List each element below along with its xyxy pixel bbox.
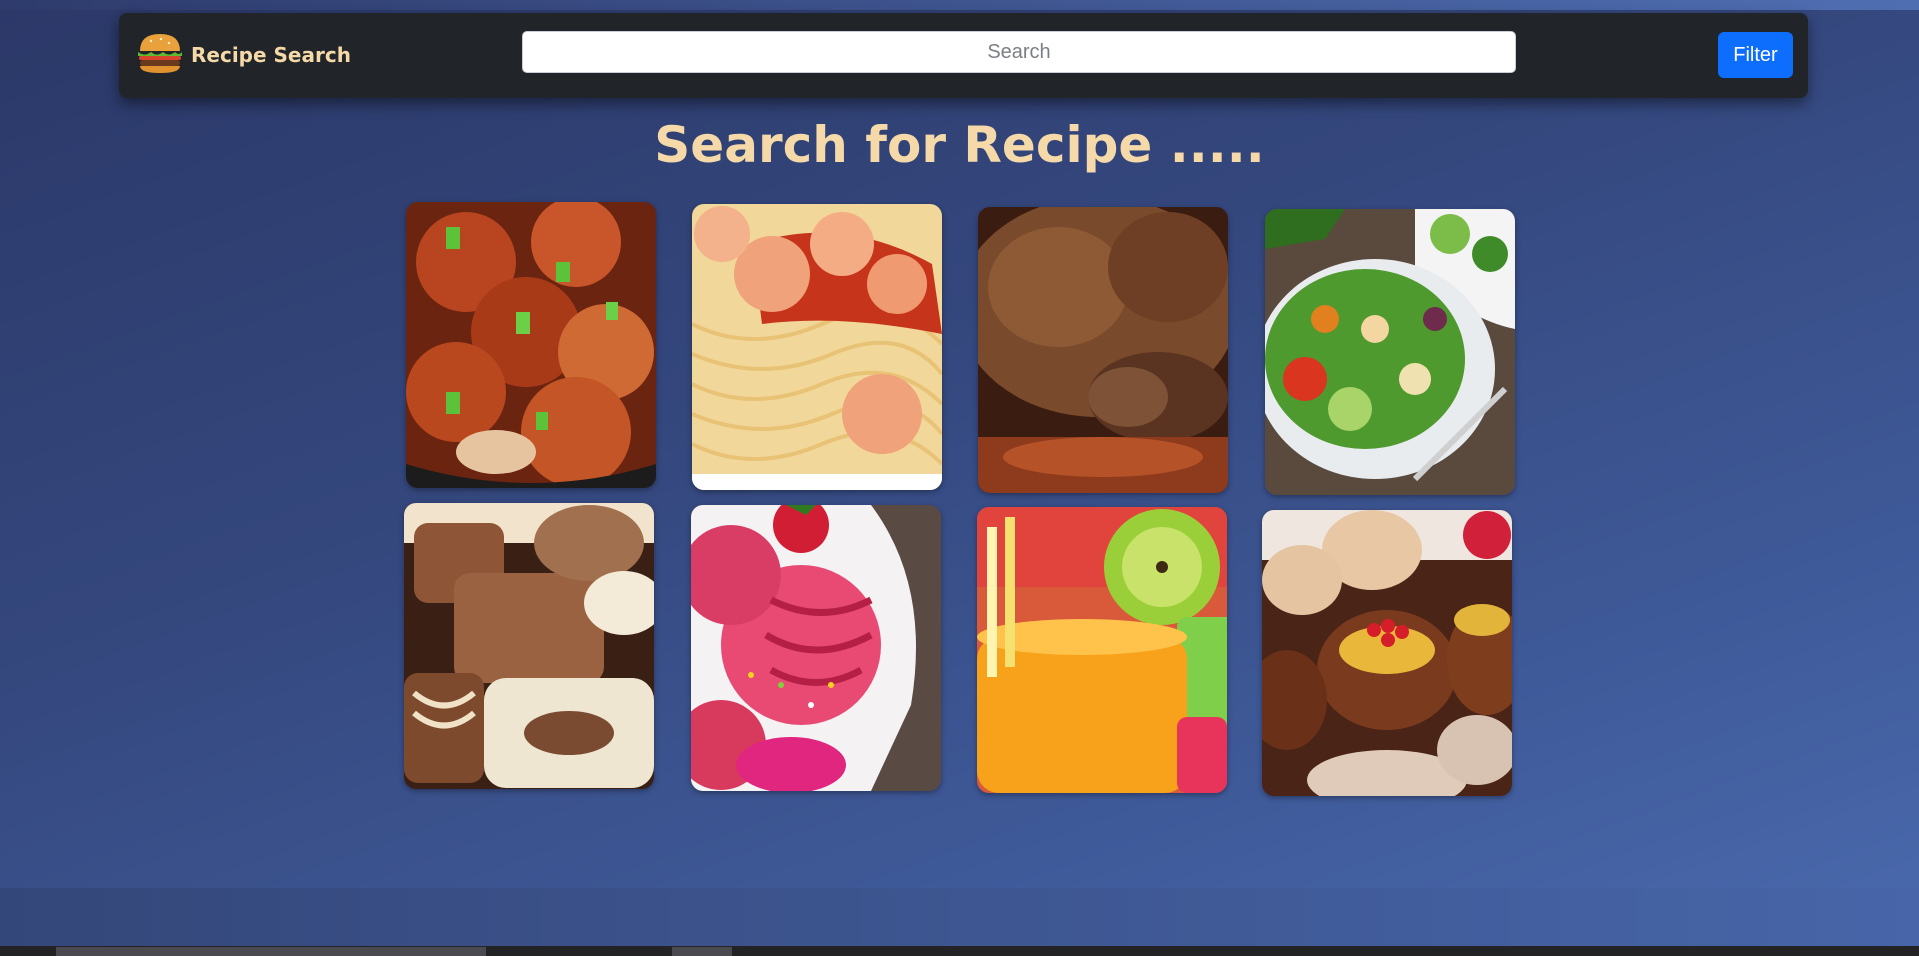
page-title: Search for Recipe .....	[654, 116, 1265, 174]
recipe-card[interactable]	[978, 207, 1228, 493]
recipe-card[interactable]	[404, 503, 654, 789]
recipe-card[interactable]	[1262, 510, 1512, 796]
ice-cream-image	[691, 505, 941, 791]
recipe-card[interactable]	[1265, 209, 1515, 495]
recipe-card[interactable]	[406, 202, 656, 488]
recipe-card[interactable]	[692, 204, 942, 490]
burger-icon	[137, 31, 183, 79]
chicken-curry-image	[406, 202, 656, 488]
os-taskbar	[0, 946, 1919, 956]
taskbar-window[interactable]	[56, 947, 486, 956]
filter-button[interactable]: Filter	[1718, 32, 1793, 78]
brand-title: Recipe Search	[191, 43, 351, 67]
chocolates-image	[404, 503, 654, 789]
taskbar-window[interactable]	[672, 947, 732, 956]
navbar: Recipe Search Filter	[119, 13, 1808, 98]
top-strip	[0, 0, 1919, 10]
recipe-card[interactable]	[691, 505, 941, 791]
search-input[interactable]	[522, 31, 1516, 73]
pastries-image	[1262, 510, 1512, 796]
roast-chicken-image	[978, 207, 1228, 493]
salad-bowl-image	[1265, 209, 1515, 495]
juice-glasses-image	[977, 507, 1227, 793]
shrimp-pasta-image	[692, 204, 942, 490]
brand[interactable]: Recipe Search	[137, 31, 351, 79]
recipe-card[interactable]	[977, 507, 1227, 793]
